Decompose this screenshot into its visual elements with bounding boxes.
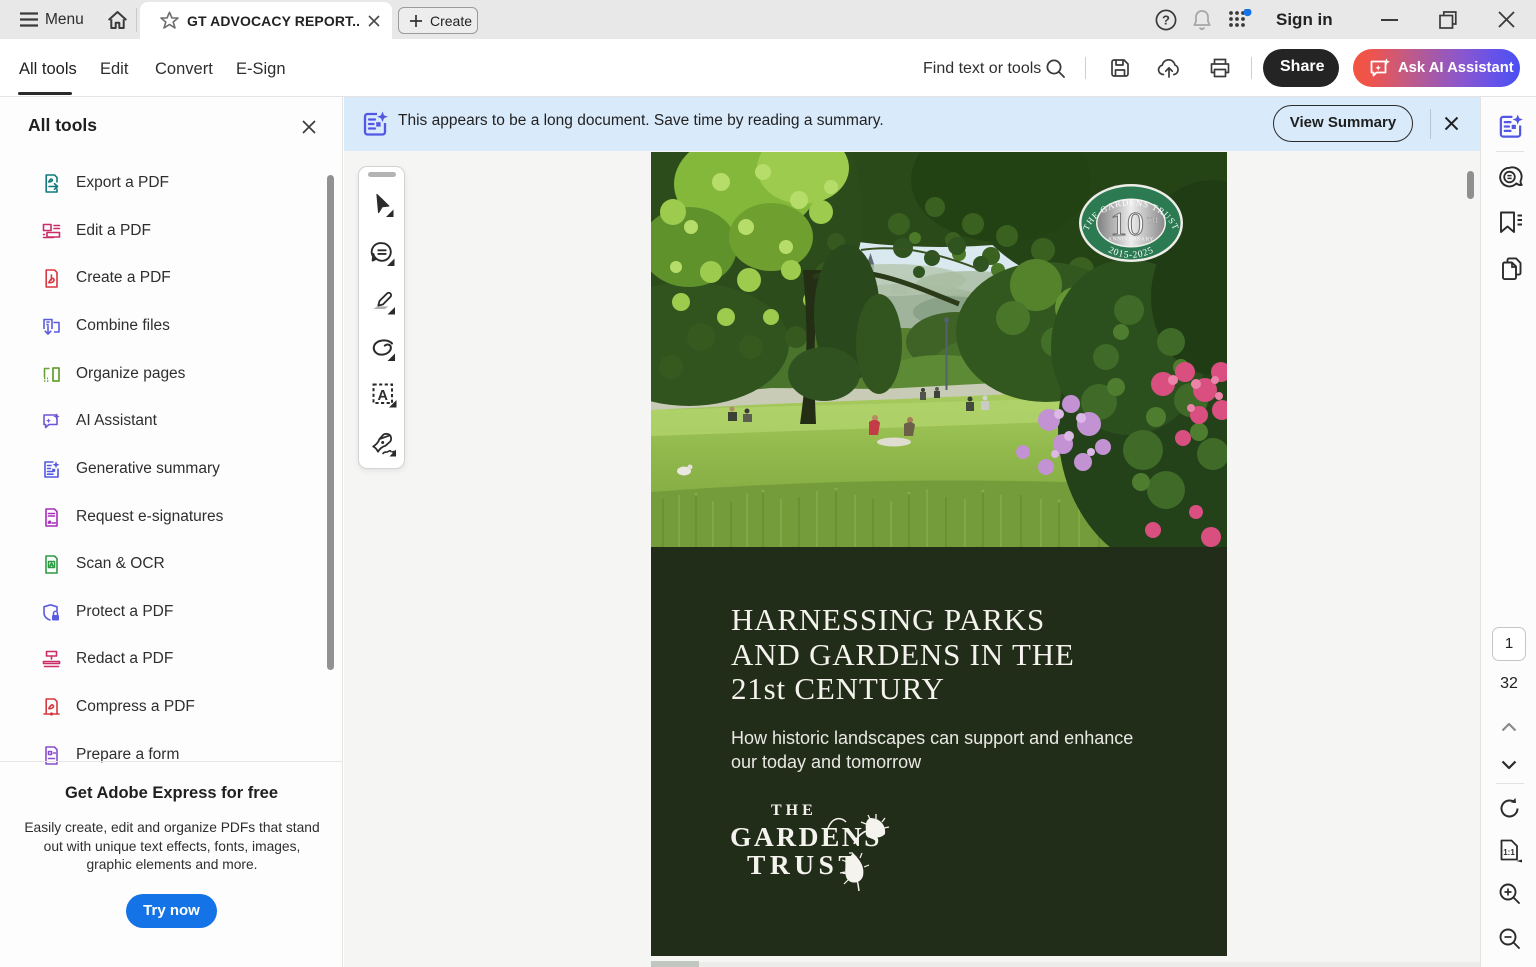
svg-text:ANNIVERSARY: ANNIVERSARY xyxy=(1108,237,1154,243)
svg-text:?: ? xyxy=(1162,13,1170,28)
svg-text:1:1: 1:1 xyxy=(1503,848,1515,857)
svg-text:A: A xyxy=(378,388,389,404)
svg-text:TH: TH xyxy=(1147,216,1158,225)
